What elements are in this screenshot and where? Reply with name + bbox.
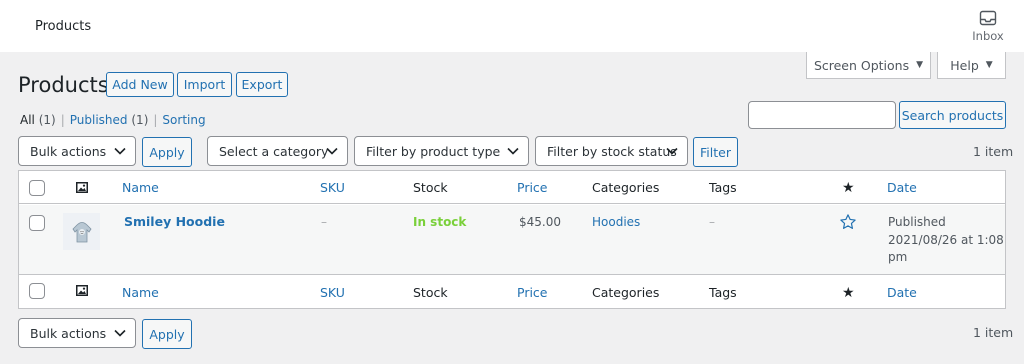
product-type-value: Filter by product type	[366, 143, 501, 159]
stock-status: In stock	[413, 215, 467, 229]
product-price: $45.00	[519, 215, 561, 229]
import-button[interactable]: Import	[177, 72, 232, 97]
column-tags: Tags	[709, 180, 737, 195]
caret-down-icon: ▼	[985, 60, 993, 70]
filter-all-link[interactable]: All	[20, 113, 35, 127]
help-label: Help	[950, 57, 979, 73]
search-input[interactable]	[748, 101, 896, 129]
category-select[interactable]: Select a category	[207, 136, 348, 166]
product-tags: –	[709, 215, 715, 229]
column-stock: Stock	[413, 180, 448, 195]
bulk-actions-value: Bulk actions	[30, 143, 107, 159]
item-count-bottom: 1 item	[973, 325, 1014, 340]
inbox-icon	[979, 10, 997, 26]
column-sku[interactable]: SKU	[320, 180, 345, 195]
column-sku-footer[interactable]: SKU	[320, 285, 345, 300]
product-thumbnail[interactable]	[63, 213, 100, 250]
stock-status-select[interactable]: Filter by stock status	[535, 136, 688, 166]
column-stock-footer: Stock	[413, 285, 448, 300]
table-header: Name SKU Stock Price Categories Tags ★ D…	[19, 171, 1005, 204]
select-all-checkbox-footer[interactable]	[29, 283, 45, 299]
column-categories-footer: Categories	[592, 285, 660, 300]
bulk-actions-select-top[interactable]: Bulk actions	[18, 136, 136, 166]
chevron-down-icon	[114, 147, 126, 155]
column-date-footer[interactable]: Date	[887, 285, 917, 300]
star-filled-icon[interactable]: ★	[842, 180, 855, 196]
select-all-checkbox[interactable]	[29, 180, 45, 196]
bulk-actions-select-bottom[interactable]: Bulk actions	[18, 318, 136, 348]
sorting-link[interactable]: Sorting	[162, 113, 205, 127]
column-tags-footer: Tags	[709, 285, 737, 300]
filter-published-count: (1)	[131, 113, 149, 127]
add-new-button[interactable]: Add New	[106, 72, 174, 97]
filter-published-link[interactable]: Published	[70, 113, 128, 127]
apply-button-bottom[interactable]: Apply	[142, 319, 192, 349]
help-button[interactable]: Help ▼	[937, 52, 1006, 79]
caret-down-icon: ▼	[916, 60, 924, 70]
page-title: Products	[18, 73, 109, 97]
search-products-button[interactable]: Search products	[899, 101, 1006, 129]
image-icon	[76, 182, 88, 193]
date-line-1: 2021/08/26 at 1:08	[888, 232, 1004, 247]
star-filled-icon[interactable]: ★	[842, 285, 855, 301]
column-price[interactable]: Price	[517, 180, 548, 195]
bulk-actions-value-bottom: Bulk actions	[30, 325, 107, 341]
product-type-select[interactable]: Filter by product type	[354, 136, 529, 166]
apply-button-top[interactable]: Apply	[142, 137, 192, 167]
screen-options-label: Screen Options	[813, 57, 910, 73]
date-status: Published	[888, 215, 946, 229]
inbox-label: Inbox	[972, 29, 1004, 43]
top-bar: Products Inbox	[0, 0, 1024, 52]
row-checkbox[interactable]	[29, 215, 45, 231]
star-outline-icon[interactable]	[839, 213, 857, 231]
category-link[interactable]: Hoodies	[592, 215, 640, 229]
product-sku: –	[321, 215, 327, 229]
item-count-top: 1 item	[973, 144, 1014, 159]
image-icon	[76, 285, 88, 296]
column-price-footer[interactable]: Price	[517, 285, 548, 300]
status-filter-links: All (1) | Published (1) | Sorting	[20, 113, 206, 127]
product-name-link[interactable]: Smiley Hoodie	[124, 214, 225, 229]
chevron-down-icon	[326, 147, 338, 155]
export-button[interactable]: Export	[236, 72, 288, 97]
top-bar-title: Products	[35, 19, 92, 34]
inbox-button[interactable]: Inbox	[968, 10, 1008, 43]
column-categories: Categories	[592, 180, 660, 195]
chevron-down-icon	[507, 147, 519, 155]
product-date: Published 2021/08/26 at 1:08 pm	[888, 214, 1004, 267]
column-date[interactable]: Date	[887, 180, 917, 195]
table-row: Smiley Hoodie – In stock $45.00 Hoodies …	[19, 205, 1005, 274]
filter-all-count: (1)	[38, 113, 56, 127]
category-value: Select a category	[219, 143, 329, 159]
products-table: Name SKU Stock Price Categories Tags ★ D…	[18, 170, 1006, 309]
hoodie-image	[71, 221, 92, 242]
column-name-footer[interactable]: Name	[122, 285, 159, 300]
date-line-2: pm	[888, 250, 908, 264]
screen-options-button[interactable]: Screen Options ▼	[806, 52, 931, 79]
column-name[interactable]: Name	[122, 180, 159, 195]
chevron-down-icon	[666, 147, 678, 155]
chevron-down-icon	[114, 329, 126, 337]
filter-button[interactable]: Filter	[693, 137, 738, 167]
stock-status-value: Filter by stock status	[547, 143, 677, 159]
table-footer: Name SKU Stock Price Categories Tags ★ D…	[19, 274, 1005, 307]
